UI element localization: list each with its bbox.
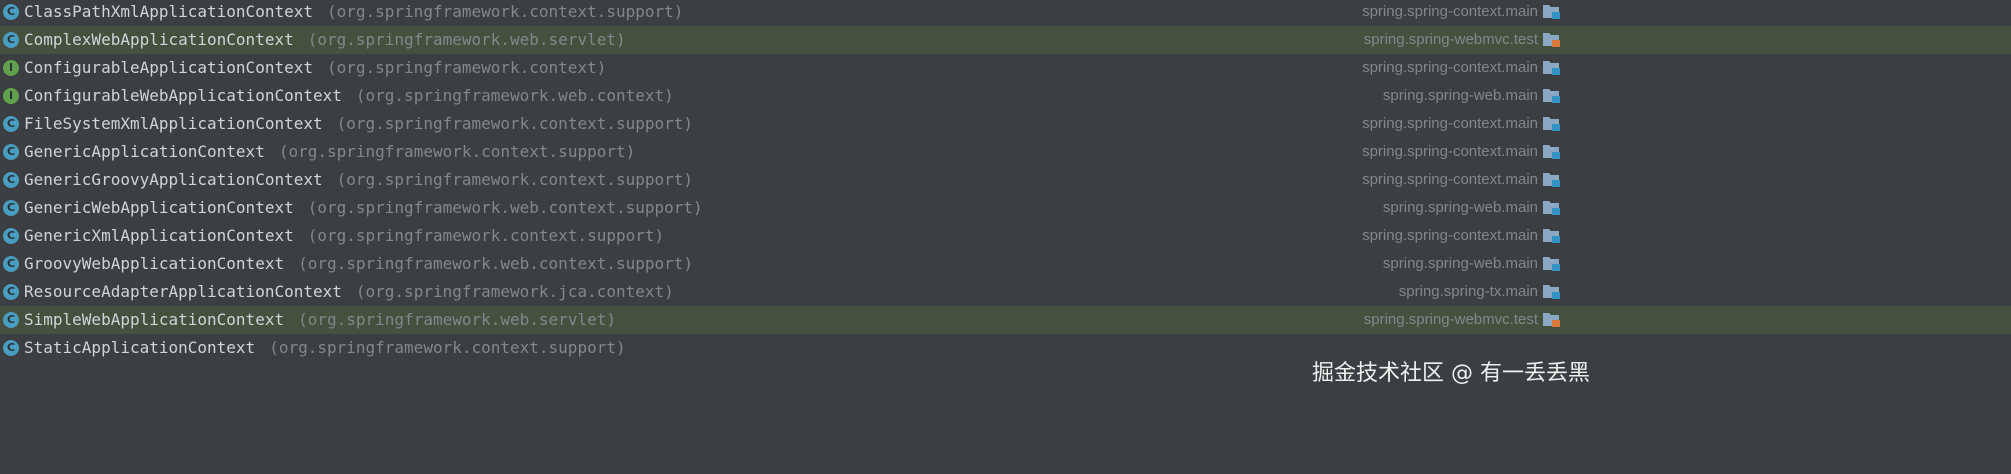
watermark-text: 掘金技术社区 @ 有一丢丢黑 (1312, 361, 1590, 386)
result-row[interactable]: C GenericXmlApplicationContext (org.spring… (0, 222, 2011, 250)
interface-icon: I (3, 60, 19, 76)
package-name: (org.springframework.context.support) (336, 114, 694, 133)
source-folder-icon (1543, 201, 1560, 215)
class-icon: C (3, 284, 19, 300)
class-name: ClassPathXmlApplicationContext (24, 2, 313, 21)
package-name: (org.springframework.web.servlet) (307, 30, 626, 49)
package-name: (org.springframework.web.servlet) (298, 310, 616, 329)
class-icon: C (3, 256, 19, 272)
package-name: (org.springframework.context.support) (336, 170, 694, 189)
class-search-results-list: C ClassPathXmlApplicationContext (org.spri… (0, 0, 2011, 362)
class-icon: C (3, 32, 19, 48)
package-name: (org.springframework.context) (326, 58, 607, 77)
result-row[interactable]: C GroovyWebApplicationContext (org.springf… (0, 250, 2011, 278)
result-item: GroovyWebApplicationContext (org.springfr… (24, 253, 693, 275)
result-item: GenericApplicationContext (org.springfram… (24, 141, 635, 163)
interface-icon: I (3, 88, 19, 104)
module-name: spring.spring-context.main (1362, 143, 1538, 160)
result-item: ClassPathXmlApplicationContext (org.sprin… (24, 1, 683, 23)
module-name: spring.spring-web.main (1382, 255, 1538, 272)
class-name: GenericGroovyApplicationContext (24, 170, 323, 189)
source-folder-icon (1543, 5, 1560, 19)
class-icon: C (3, 312, 19, 328)
result-row[interactable]: C StaticApplicationContext (org.springfram… (0, 334, 2011, 362)
package-name: (org.springframework.context.support) (278, 142, 636, 161)
package-name: (org.springframework.jca.context) (355, 282, 674, 301)
result-row[interactable]: C ResourceAdapterApplicationContext (org.s… (0, 278, 2011, 306)
result-row[interactable]: C FileSystemXmlApplicationContext (org.spr… (0, 110, 2011, 138)
test-folder-icon (1543, 313, 1560, 327)
test-folder-icon (1543, 33, 1560, 47)
package-name: (org.springframework.context.support) (269, 338, 626, 357)
class-name: GroovyWebApplicationContext (24, 254, 285, 273)
source-folder-icon (1543, 285, 1560, 299)
class-icon: C (3, 172, 19, 188)
source-folder-icon (1543, 89, 1560, 103)
result-item: ResourceAdapterApplicationContext (org.sp… (24, 281, 674, 303)
class-icon: C (3, 200, 19, 216)
source-folder-icon (1543, 173, 1560, 187)
result-row[interactable]: C GenericGroovyApplicationContext (org.spr… (0, 166, 2011, 194)
module-name: spring.spring-web.main (1382, 199, 1538, 216)
module-name: spring.spring-context.main (1362, 3, 1538, 20)
result-row[interactable]: C SimpleWebApplicationContext (org.springf… (0, 306, 2011, 334)
result-item: GenericXmlApplicationContext (org.springf… (24, 225, 664, 247)
source-folder-icon (1543, 145, 1560, 159)
package-name: (org.springframework.web.context.support… (298, 254, 694, 273)
module-name: spring.spring-context.main (1362, 171, 1538, 188)
class-name: ConfigurableApplicationContext (24, 58, 313, 77)
module-name: spring.spring-context.main (1362, 59, 1538, 76)
result-row[interactable]: I ConfigurableApplicationContext (org.spri… (0, 54, 2011, 82)
class-name: GenericApplicationContext (24, 142, 265, 161)
class-icon: C (3, 340, 19, 356)
module-name: spring.spring-tx.main (1398, 283, 1538, 300)
class-icon: C (3, 228, 19, 244)
class-icon: C (3, 144, 19, 160)
result-item: GenericWebApplicationContext (org.springf… (24, 197, 703, 219)
class-name: StaticApplicationContext (24, 338, 256, 357)
result-item: StaticApplicationContext (org.springframe… (24, 337, 626, 359)
class-icon: C (3, 4, 19, 20)
module-name: spring.spring-context.main (1362, 115, 1538, 132)
class-name: ConfigurableWebApplicationContext (24, 86, 342, 105)
package-name: (org.springframework.context.support) (307, 226, 665, 245)
result-item: ComplexWebApplicationContext (org.springf… (24, 29, 626, 51)
module-name: spring.spring-webmvc.test (1363, 31, 1538, 48)
source-folder-icon (1543, 257, 1560, 271)
result-item: ConfigurableWebApplicationContext (org.sp… (24, 85, 674, 107)
package-name: (org.springframework.context.support) (326, 2, 684, 21)
result-row[interactable]: I ConfigurableWebApplicationContext (org.s… (0, 82, 2011, 110)
class-icon: C (3, 116, 19, 132)
class-name: SimpleWebApplicationContext (24, 310, 285, 329)
result-row[interactable]: C ComplexWebApplicationContext (org.spring… (0, 26, 2011, 54)
result-row[interactable]: C GenericApplicationContext (org.springfra… (0, 138, 2011, 166)
source-folder-icon (1543, 61, 1560, 75)
result-item: ConfigurableApplicationContext (org.sprin… (24, 57, 606, 79)
result-item: SimpleWebApplicationContext (org.springfr… (24, 309, 616, 331)
result-item: GenericGroovyApplicationContext (org.spri… (24, 169, 693, 191)
result-row[interactable]: C ClassPathXmlApplicationContext (org.spri… (0, 0, 2011, 26)
result-row[interactable]: C GenericWebApplicationContext (org.spring… (0, 194, 2011, 222)
class-name: ComplexWebApplicationContext (24, 30, 294, 49)
class-name: ResourceAdapterApplicationContext (24, 282, 342, 301)
module-name: spring.spring-webmvc.test (1363, 311, 1538, 328)
class-name: FileSystemXmlApplicationContext (24, 114, 323, 133)
source-folder-icon (1543, 117, 1560, 131)
source-folder-icon (1543, 229, 1560, 243)
module-name: spring.spring-context.main (1362, 227, 1538, 244)
package-name: (org.springframework.web.context.support… (307, 198, 703, 217)
class-name: GenericXmlApplicationContext (24, 226, 294, 245)
module-name: spring.spring-web.main (1382, 87, 1538, 104)
result-item: FileSystemXmlApplicationContext (org.spri… (24, 113, 693, 135)
class-name: GenericWebApplicationContext (24, 198, 294, 217)
package-name: (org.springframework.web.context) (355, 86, 674, 105)
